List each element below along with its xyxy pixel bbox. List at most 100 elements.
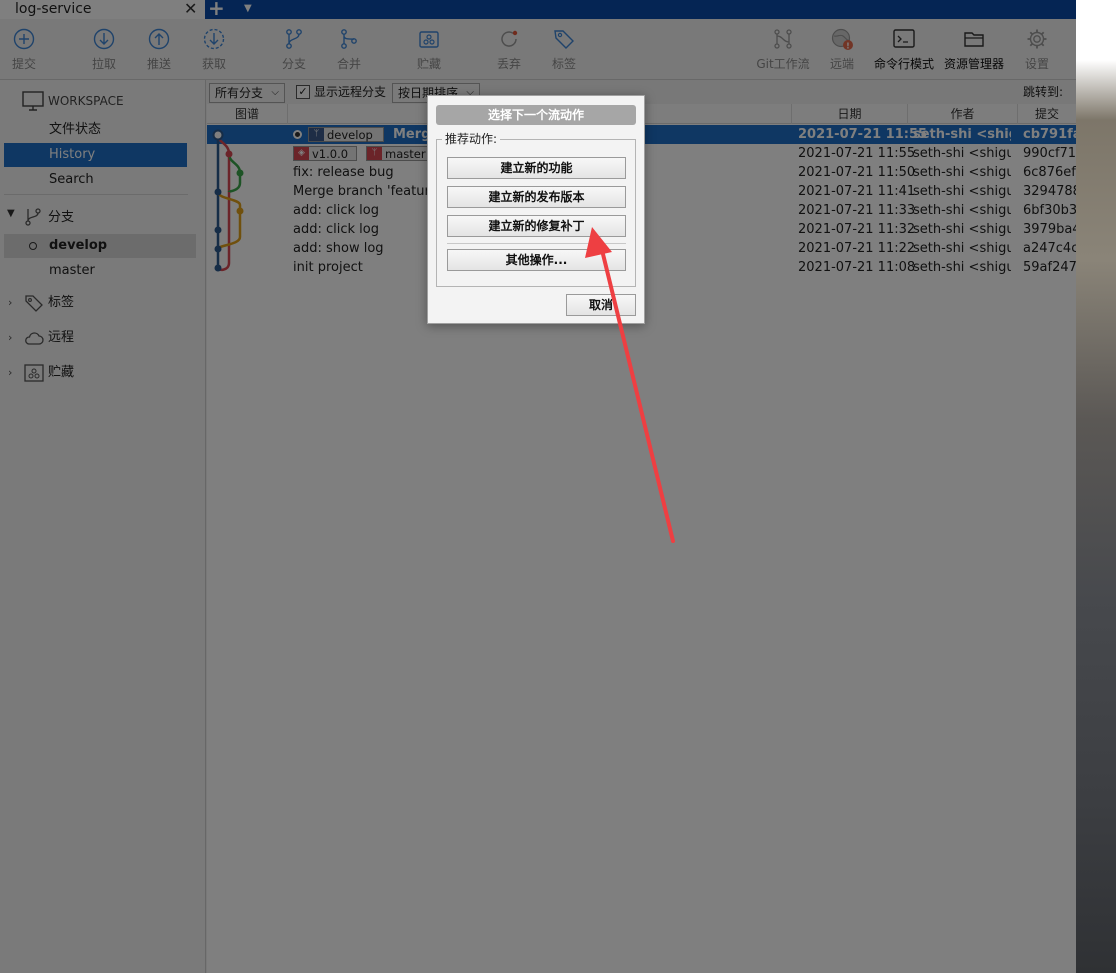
current-branch-icon (29, 242, 37, 250)
column-date[interactable]: 日期 (791, 104, 907, 124)
sidebar-item-file-status[interactable]: 文件状态 (4, 118, 196, 142)
branch-icon (286, 29, 302, 49)
recommended-actions-label: 推荐动作: (442, 132, 501, 146)
cancel-button[interactable]: 取消 (566, 294, 636, 316)
commit-date: 2021-07-21 11:55 (798, 146, 916, 161)
branch-icon: ᛘ (309, 128, 324, 141)
new-release-button[interactable]: 建立新的发布版本 (447, 186, 626, 208)
show-remote-label: 显示远程分支 (314, 85, 387, 99)
tags-header[interactable]: 标签 (48, 291, 188, 315)
commit-graph (212, 129, 244, 272)
commit-author: seth-shi <shiguo (913, 127, 1011, 142)
globe-icon: ! (831, 28, 853, 51)
tag-button[interactable]: 标签 (544, 19, 584, 80)
branch-filter-select[interactable]: 所有分支 ⌵ (209, 83, 285, 103)
monitor-icon (22, 91, 44, 111)
commit-hash: a247c4c (1023, 241, 1076, 256)
terminal-icon (893, 29, 915, 48)
explorer-button[interactable]: 资源管理器 (944, 19, 1004, 80)
gitflow-dialog: 选择下一个流动作 推荐动作: 建立新的功能 建立新的发布版本 建立新的修复补丁 … (427, 95, 645, 324)
merge-button[interactable]: 合并 (329, 19, 369, 80)
column-author[interactable]: 作者 (907, 104, 1017, 124)
chevron-down-icon[interactable]: ▼ (244, 1, 252, 17)
sidebar-branch-develop[interactable]: develop (4, 234, 196, 258)
commit-hash: cb791fa (1023, 127, 1076, 142)
desktop-background (1076, 0, 1116, 973)
dialog-title: 选择下一个流动作 (436, 105, 636, 125)
svg-text:!: ! (846, 42, 850, 51)
commit-hash: 3979ba4 (1023, 222, 1076, 237)
gitflow-icon (774, 29, 792, 49)
chevron-right-icon[interactable]: › (8, 296, 12, 309)
column-commit[interactable]: 提交 (1017, 104, 1076, 124)
commit-date: 2021-07-21 11:08 (798, 260, 916, 275)
chevron-down-icon[interactable]: ▼ (7, 208, 15, 219)
commit-button[interactable]: 提交 (4, 19, 44, 80)
commit-date: 2021-07-21 11:22 (798, 241, 916, 256)
sidebar-item-search[interactable]: Search (4, 168, 196, 192)
folder-icon (964, 32, 984, 47)
column-graph[interactable]: 图谱 (207, 104, 287, 124)
terminal-button[interactable]: 命令行模式 (874, 19, 934, 80)
plus-icon[interactable]: + (208, 0, 225, 18)
commit-message: Merge branch 'feature/ (293, 184, 433, 199)
arrow-up-circle-icon (148, 28, 170, 50)
merge-icon (341, 29, 357, 49)
commit-message: init project (293, 260, 363, 275)
commit-message: fix: release bug (293, 165, 394, 180)
stashes-header[interactable]: 贮藏 (48, 361, 188, 385)
tag-icon (25, 295, 43, 312)
sidebar-branch-master[interactable]: master (4, 259, 196, 283)
discard-icon (501, 30, 518, 47)
branch-icon: ᛘ (367, 147, 382, 160)
commit-date: 2021-07-21 11:41 (798, 184, 916, 199)
arrow-down-circle-icon (93, 28, 115, 50)
commit-date: 2021-07-21 11:33 (798, 203, 916, 218)
branch-icon (25, 208, 41, 226)
tag-badge-v1: ◈ v1.0.0 (293, 146, 357, 161)
dialog-divider (447, 243, 626, 244)
fetch-button[interactable]: 获取 (194, 19, 234, 80)
pull-button[interactable]: 拉取 (84, 19, 124, 80)
commit-author: seth-shi <shiguo (913, 241, 1011, 256)
remotes-header[interactable]: 远程 (48, 326, 188, 350)
settings-button[interactable]: 设置 (1017, 19, 1057, 80)
workspace-header: WORKSPACE (48, 94, 124, 108)
chevron-right-icon[interactable]: › (8, 366, 12, 379)
sidebar: WORKSPACE 文件状态 History Search ▼ 分支 devel… (0, 80, 206, 973)
commit-author: seth-shi <shiguo (913, 222, 1011, 237)
sidebar-item-history[interactable]: History (4, 143, 187, 167)
commit-date: 2021-07-21 11:50 (798, 165, 916, 180)
remote-button[interactable]: ! 远端 (822, 19, 862, 80)
gitflow-button[interactable]: Git工作流 (756, 19, 810, 80)
push-button[interactable]: 推送 (139, 19, 179, 80)
new-hotfix-button[interactable]: 建立新的修复补丁 (447, 215, 626, 237)
show-remote-checkbox[interactable]: ✓ (296, 85, 310, 99)
commit-author: seth-shi <shiguo (913, 165, 1011, 180)
jump-to-label[interactable]: 跳转到: (1023, 83, 1063, 101)
close-icon[interactable]: ✕ (184, 0, 197, 18)
commit-hash: 6c876ef (1023, 165, 1076, 180)
commit-author: seth-shi <shiguo (913, 184, 1011, 199)
chevron-down-icon: ⌵ (271, 87, 279, 98)
new-feature-button[interactable]: 建立新的功能 (447, 157, 626, 179)
commit-message: add: show log (293, 241, 384, 256)
branch-badge-master: ᛘ master (366, 146, 428, 161)
chevron-right-icon[interactable]: › (8, 331, 12, 344)
repo-tab[interactable]: log-service ✕ (0, 0, 205, 19)
stash-button[interactable]: 贮藏 (409, 19, 449, 80)
commit-hash: 990cf71 (1023, 146, 1076, 161)
branch-badge-develop: ᛘ develop (308, 127, 384, 142)
tag-icon: ◈ (294, 147, 309, 160)
plus-circle-icon (13, 28, 35, 50)
commit-date: 2021-07-21 11:55 (798, 127, 928, 142)
discard-button[interactable]: 丢弃 (489, 19, 529, 80)
branch-button[interactable]: 分支 (274, 19, 314, 80)
gear-icon (1027, 29, 1047, 49)
toolbar: 提交 拉取 推送 获取 分支 合并 贮藏 丢弃 标签 Git工作流 ! 远端 命… (0, 19, 1076, 80)
sidebar-divider (4, 194, 188, 195)
commit-message: add: click log (293, 222, 379, 237)
branches-header[interactable]: 分支 (48, 206, 188, 230)
commit-message: add: click log (293, 203, 379, 218)
other-actions-button[interactable]: 其他操作... (447, 249, 626, 271)
